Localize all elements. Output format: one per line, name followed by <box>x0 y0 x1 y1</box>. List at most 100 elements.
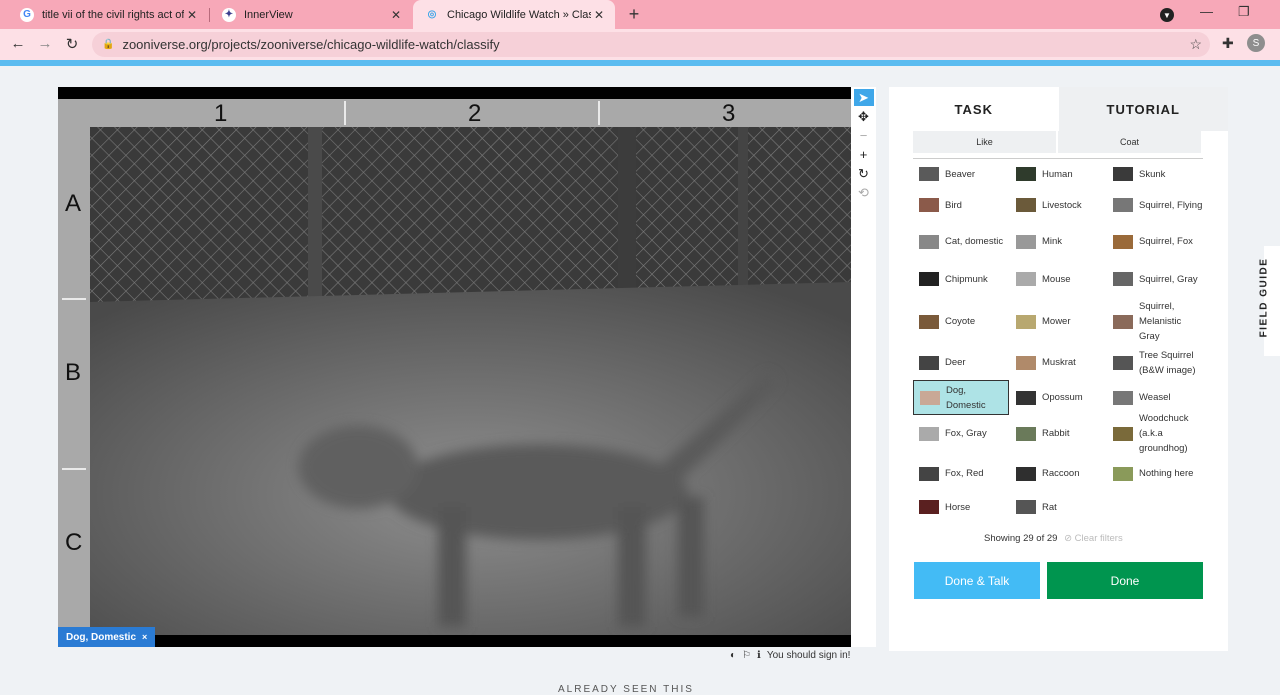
species-thumbnail <box>1016 426 1036 441</box>
reset-icon[interactable]: ⟲ <box>853 184 874 201</box>
species-choice[interactable]: Squirrel, Melanistic Gray <box>1107 298 1203 345</box>
species-thumbnail <box>1113 355 1133 370</box>
avatar[interactable]: S <box>1247 34 1265 52</box>
image-toolbar: ➤ ✥ − + ↻ ⟲ <box>851 87 876 207</box>
browser-tab-google[interactable]: G title vii of the civil rights act of 1… <box>8 0 208 29</box>
species-thumbnail <box>920 390 940 405</box>
species-thumbnail <box>1016 355 1036 370</box>
species-thumbnail <box>919 272 939 286</box>
species-thumbnail <box>1113 426 1133 441</box>
species-choice[interactable]: Muskrat <box>1010 345 1106 380</box>
species-label: Squirrel, Fox <box>1139 236 1193 247</box>
done-and-talk-button[interactable]: Done & Talk <box>914 562 1040 599</box>
species-choice[interactable]: Rat <box>1010 495 1106 519</box>
species-choice[interactable]: Squirrel, Gray <box>1107 260 1203 298</box>
filter-like-button[interactable]: Like <box>913 131 1056 153</box>
species-choice[interactable]: Human <box>1010 161 1106 187</box>
grid-column-label: 1 <box>214 100 228 127</box>
reload-icon[interactable]: ↻ <box>62 35 82 53</box>
back-icon[interactable]: ← <box>8 35 28 52</box>
clear-filters-link[interactable]: ⊘ Clear filters <box>1064 533 1123 544</box>
sign-in-message[interactable]: You should sign in! <box>767 650 851 661</box>
info-icon[interactable]: ℹ <box>757 650 761 661</box>
close-icon[interactable]: ✕ <box>591 8 607 22</box>
species-choice[interactable]: Raccoon <box>1010 452 1106 495</box>
species-choice[interactable]: Rabbit <box>1010 415 1106 452</box>
innerview-icon: ✦ <box>222 7 236 22</box>
tab-tutorial[interactable]: TUTORIAL <box>1058 87 1228 131</box>
rotate-icon[interactable]: ↻ <box>853 165 874 182</box>
field-guide-tab[interactable]: FIELD GUIDE <box>1258 246 1280 356</box>
restore-icon[interactable]: ❐ <box>1238 4 1250 20</box>
filter-coat-button[interactable]: Coat <box>1058 131 1201 153</box>
species-label: Cat, domestic <box>945 236 1004 247</box>
tab-search-icon[interactable]: ▼ <box>1160 8 1174 22</box>
pointer-icon[interactable]: ➤ <box>853 89 874 106</box>
field-guide-label: FIELD GUIDE <box>1258 257 1270 338</box>
species-thumbnail <box>1113 272 1133 286</box>
species-label: Horse <box>945 501 971 513</box>
minimize-icon[interactable]: — <box>1200 4 1213 19</box>
species-label: Dog, Domestic <box>946 384 986 411</box>
species-choice[interactable]: Mouse <box>1010 260 1106 298</box>
remove-tag-icon[interactable]: × <box>142 632 147 642</box>
bookmark-star-icon[interactable]: ☆ <box>1189 36 1202 53</box>
species-choice[interactable]: Weasel <box>1107 380 1203 415</box>
contrast-icon[interactable]: ◐ <box>730 650 736 661</box>
species-choice[interactable]: Opossum <box>1010 380 1106 415</box>
lock-icon: 🔒 <box>102 39 115 50</box>
zoom-in-icon[interactable]: + <box>853 146 874 163</box>
species-choice[interactable]: Mink <box>1010 223 1106 260</box>
species-choice[interactable]: Chipmunk <box>913 260 1009 298</box>
species-label: Human <box>1042 168 1073 180</box>
species-choice[interactable]: Squirrel, Fox <box>1107 223 1203 260</box>
species-choice[interactable]: Dog, Domestic <box>913 380 1009 415</box>
selected-species-tag[interactable]: Dog, Domestic × <box>58 627 156 647</box>
camera-trap-image[interactable]: 1 2 3 A B C <box>58 87 851 647</box>
done-button[interactable]: Done <box>1047 562 1203 599</box>
species-choice[interactable]: Bird <box>913 187 1009 223</box>
zoom-out-icon[interactable]: − <box>853 127 874 144</box>
species-choice[interactable]: Cat, domestic <box>913 223 1009 260</box>
species-choice[interactable]: Deer <box>913 345 1009 380</box>
species-choice[interactable]: Horse <box>913 495 1009 519</box>
species-choice[interactable]: Livestock <box>1010 187 1106 223</box>
flag-icon[interactable]: ⚐ <box>742 650 751 661</box>
species-thumbnail <box>1113 390 1133 405</box>
close-icon[interactable]: ✕ <box>388 8 404 22</box>
close-icon[interactable]: ✕ <box>184 8 200 22</box>
species-choice[interactable]: Woodchuck (a.k.a groundhog) <box>1107 413 1203 454</box>
filter-bar: Like Coat <box>913 131 1203 153</box>
move-icon[interactable]: ✥ <box>853 108 874 125</box>
species-choice[interactable]: Mower <box>1010 298 1106 345</box>
species-choice[interactable]: Squirrel, Flying <box>1107 187 1203 223</box>
tab-task[interactable]: TASK <box>889 87 1059 131</box>
new-tab-icon[interactable]: + <box>624 4 644 25</box>
forward-icon[interactable]: → <box>35 35 55 52</box>
species-choice[interactable]: Fox, Gray <box>913 415 1009 452</box>
grid-row-label: A <box>65 190 82 217</box>
selected-species-label: Dog, Domestic <box>66 631 137 643</box>
species-label: Skunk <box>1139 168 1166 180</box>
browser-tab-innerview[interactable]: ✦ InnerView ✕ <box>210 0 412 29</box>
subject-viewer: 1 2 3 A B C ➤ ✥ − + ↻ ⟲ Dog, Domestic × <box>58 87 876 647</box>
species-choice[interactable]: Nothing here <box>1107 452 1203 495</box>
tab-title: InnerView <box>244 8 293 21</box>
species-choice[interactable]: Fox, Red <box>913 452 1009 495</box>
showing-text: Showing 29 of 29 <box>984 533 1058 544</box>
grid-row-label: C <box>65 529 83 556</box>
species-label: Muskrat <box>1042 357 1076 368</box>
species-choice[interactable]: Skunk <box>1107 161 1203 187</box>
browser-tab-zooniverse[interactable]: ◎ Chicago Wildlife Watch » Classify ✕ <box>413 0 615 29</box>
species-label: Bird <box>945 199 962 211</box>
species-thumbnail <box>1016 314 1036 329</box>
species-choice[interactable]: Beaver <box>913 161 1009 187</box>
species-choice[interactable]: Coyote <box>913 298 1009 345</box>
species-choice[interactable]: Tree Squirrel (B&W image) <box>1107 345 1203 380</box>
address-bar[interactable]: 🔒 zooniverse.org/projects/zooniverse/chi… <box>92 32 1210 57</box>
species-label: Fox, Red <box>945 468 984 479</box>
divider <box>913 158 1203 159</box>
species-label: Woodchuck (a.k.a groundhog) <box>1139 413 1189 454</box>
extensions-icon[interactable]: ✚ <box>1222 35 1234 52</box>
species-label: Livestock <box>1042 199 1082 211</box>
